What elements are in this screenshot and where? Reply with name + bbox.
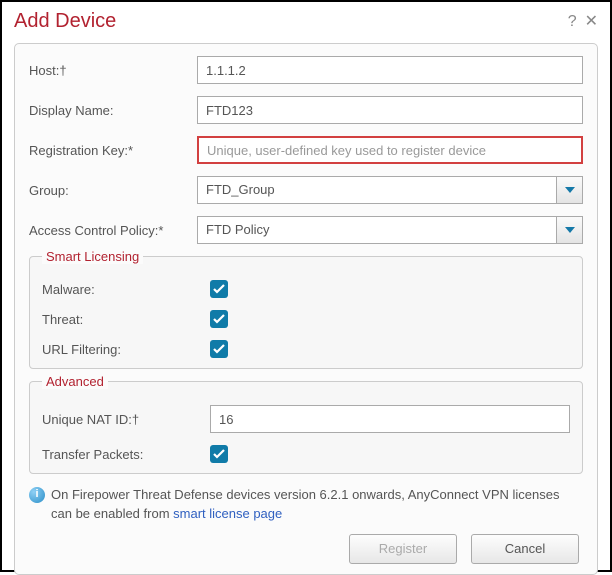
close-icon[interactable]: ✕	[585, 14, 598, 30]
dialog-body: Host:† Display Name: Registration Key:* …	[14, 43, 598, 575]
dialog-title: Add Device	[14, 10, 560, 33]
display-name-input[interactable]	[197, 96, 583, 124]
chevron-down-icon[interactable]	[556, 217, 582, 243]
nat-id-label: Unique NAT ID:†	[42, 412, 210, 427]
group-label: Group:	[29, 183, 197, 198]
dialog-buttons: Register Cancel	[29, 534, 583, 564]
cancel-button[interactable]: Cancel	[471, 534, 579, 564]
malware-label: Malware:	[42, 282, 210, 297]
malware-checkbox[interactable]	[210, 280, 228, 298]
help-icon[interactable]: ?	[568, 14, 577, 30]
smart-licensing-group: Smart Licensing Malware: Threat: URL Fil…	[29, 256, 583, 369]
smart-license-link[interactable]: smart license page	[173, 506, 282, 521]
acp-select[interactable]: FTD Policy	[197, 216, 583, 244]
acp-label: Access Control Policy:*	[29, 223, 197, 238]
info-note: i On Firepower Threat Defense devices ve…	[29, 486, 583, 524]
group-select[interactable]: FTD_Group	[197, 176, 583, 204]
group-select-value: FTD_Group	[198, 177, 556, 203]
transfer-packets-checkbox[interactable]	[210, 445, 228, 463]
url-filtering-checkbox[interactable]	[210, 340, 228, 358]
titlebar: Add Device ? ✕	[2, 2, 610, 39]
url-filtering-label: URL Filtering:	[42, 342, 210, 357]
info-text-body: On Firepower Threat Defense devices vers…	[51, 487, 559, 521]
transfer-packets-label: Transfer Packets:	[42, 447, 210, 462]
acp-select-value: FTD Policy	[198, 217, 556, 243]
nat-id-input[interactable]	[210, 405, 570, 433]
add-device-dialog: Add Device ? ✕ Host:† Display Name: Regi…	[0, 0, 612, 572]
chevron-down-icon[interactable]	[556, 177, 582, 203]
register-button[interactable]: Register	[349, 534, 457, 564]
host-label: Host:†	[29, 63, 197, 78]
host-input[interactable]	[197, 56, 583, 84]
info-icon: i	[29, 487, 45, 503]
registration-key-label: Registration Key:*	[29, 143, 197, 158]
advanced-group: Advanced Unique NAT ID:† Transfer Packet…	[29, 381, 583, 474]
threat-checkbox[interactable]	[210, 310, 228, 328]
registration-key-input[interactable]	[197, 136, 583, 164]
threat-label: Threat:	[42, 312, 210, 327]
display-name-label: Display Name:	[29, 103, 197, 118]
smart-licensing-legend: Smart Licensing	[42, 249, 143, 264]
info-text: On Firepower Threat Defense devices vers…	[51, 486, 583, 524]
advanced-legend: Advanced	[42, 374, 108, 389]
